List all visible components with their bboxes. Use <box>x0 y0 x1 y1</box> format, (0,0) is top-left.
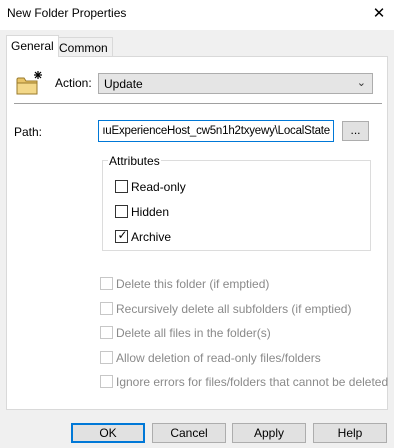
divider <box>14 103 382 104</box>
delete-files-label: Delete all files in the folder(s) <box>116 326 271 340</box>
help-button[interactable]: Help <box>313 423 387 443</box>
archive-label: Archive <box>131 230 172 244</box>
recursive-delete-label: Recursively delete all subfolders (if em… <box>116 302 352 316</box>
tab-general[interactable]: General <box>6 35 59 57</box>
cancel-button[interactable]: Cancel <box>152 423 226 443</box>
path-value: ıuExperienceHost_cw5n1h2txyewy\LocalStat… <box>102 125 330 137</box>
path-input[interactable]: ıuExperienceHost_cw5n1h2txyewy\LocalStat… <box>98 120 334 142</box>
delete-folder-checkbox[interactable] <box>100 277 113 290</box>
apply-button[interactable]: Apply <box>232 423 306 443</box>
delete-folder-label: Delete this folder (if emptied) <box>116 277 270 291</box>
action-value: Update <box>104 77 143 91</box>
action-select[interactable]: Update ⌄ <box>98 73 373 94</box>
ignore-errors-label: Ignore errors for files/folders that can… <box>116 375 389 389</box>
allow-readonly-delete-label: Allow deletion of read-only files/folder… <box>116 351 321 365</box>
archive-checkbox[interactable]: ✓ <box>115 228 128 243</box>
ignore-errors-checkbox[interactable] <box>100 375 113 388</box>
hidden-checkbox[interactable] <box>115 205 128 218</box>
read-only-checkbox[interactable] <box>115 180 128 193</box>
delete-files-checkbox[interactable] <box>100 326 113 339</box>
action-label: Action: <box>55 76 92 90</box>
browse-button[interactable]: ... <box>342 121 369 141</box>
window-title: New Folder Properties <box>7 6 127 20</box>
recursive-delete-checkbox[interactable] <box>100 302 113 315</box>
hidden-label: Hidden <box>131 205 170 219</box>
checkmark-icon: ✓ <box>117 228 128 242</box>
title-bar: New Folder Properties ✕ <box>0 0 394 30</box>
close-icon[interactable]: ✕ <box>364 0 394 28</box>
read-only-label: Read-only <box>131 180 186 194</box>
tab-common[interactable]: Common <box>54 37 113 57</box>
attributes-title: Attributes <box>108 154 161 168</box>
chevron-down-icon: ⌄ <box>356 77 366 89</box>
allow-readonly-delete-checkbox[interactable] <box>100 351 113 364</box>
ok-button[interactable]: OK <box>71 423 145 443</box>
path-label: Path: <box>14 125 43 139</box>
folder-star-icon <box>16 71 42 95</box>
